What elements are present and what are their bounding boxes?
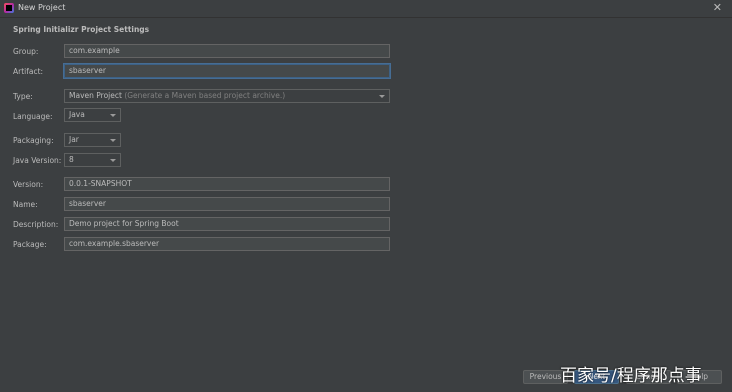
type-label: Type: xyxy=(13,92,33,101)
java-version-dropdown[interactable]: 8 xyxy=(64,153,121,167)
java-version-value: 8 xyxy=(69,155,74,164)
description-field[interactable]: Demo project for Spring Boot xyxy=(64,217,390,231)
version-label: Version: xyxy=(13,180,44,189)
description-label: Description: xyxy=(13,220,59,229)
group-label: Group: xyxy=(13,47,39,56)
language-dropdown[interactable]: Java xyxy=(64,108,121,122)
name-field[interactable]: sbaserver xyxy=(64,197,390,211)
name-label: Name: xyxy=(13,200,38,209)
version-field[interactable]: 0.0.1-SNAPSHOT xyxy=(64,177,390,191)
java-version-label: Java Version: xyxy=(13,156,62,165)
chevron-down-icon xyxy=(110,139,116,142)
package-label: Package: xyxy=(13,240,47,249)
type-dropdown[interactable]: Maven Project (Generate a Maven based pr… xyxy=(64,89,390,103)
package-field[interactable]: com.example.sbaserver xyxy=(64,237,390,251)
artifact-label: Artifact: xyxy=(13,67,44,76)
packaging-value: Jar xyxy=(69,135,79,144)
window-title: New Project xyxy=(18,3,66,12)
section-title: Spring Initializr Project Settings xyxy=(13,25,150,34)
language-value: Java xyxy=(69,110,85,119)
chevron-down-icon xyxy=(110,159,116,162)
type-hint: (Generate a Maven based project archive.… xyxy=(124,91,286,100)
type-value: Maven Project xyxy=(69,91,122,100)
packaging-label: Packaging: xyxy=(13,136,54,145)
title-bar: New Project ✕ xyxy=(0,0,732,18)
artifact-field[interactable]: sbaserver xyxy=(64,64,390,78)
close-icon[interactable]: ✕ xyxy=(713,1,722,14)
packaging-dropdown[interactable]: Jar xyxy=(64,133,121,147)
language-label: Language: xyxy=(13,112,53,121)
chevron-down-icon xyxy=(379,95,385,98)
chevron-down-icon xyxy=(110,114,116,117)
intellij-logo-icon xyxy=(4,3,14,13)
watermark: 百家号/程序那点事 xyxy=(560,366,702,386)
group-field[interactable]: com.example xyxy=(64,44,390,58)
